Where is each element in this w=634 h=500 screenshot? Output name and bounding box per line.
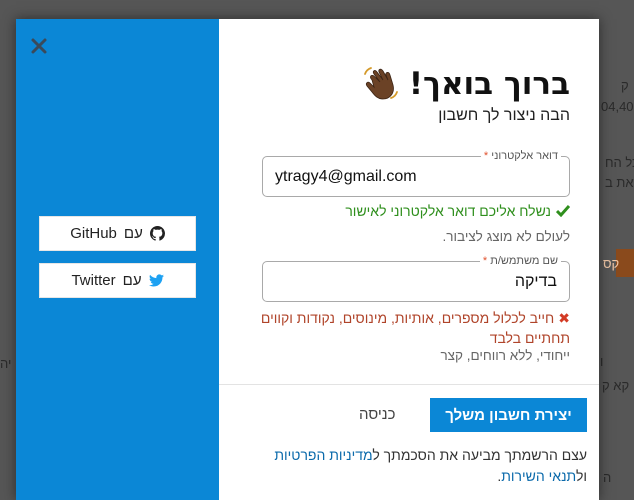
github-icon	[149, 226, 165, 241]
social-login-panel: עם GitHub עם Twitter	[16, 19, 219, 500]
github-button-prefix: עם	[123, 225, 143, 242]
email-label: דואר אלקטרוני *	[480, 149, 561, 163]
footer-divider	[219, 384, 599, 385]
background-text: כל הח	[605, 155, 634, 170]
background-text: ק	[621, 78, 629, 93]
privacy-policy-link[interactable]: מדיניות הפרטיות	[274, 447, 372, 463]
background-text: 04,40	[601, 99, 634, 114]
page-subtitle: הבה ניצור לך חשבון	[438, 107, 570, 124]
username-field: שם משתמש/ת *	[262, 254, 570, 302]
background-text: ראת ב	[605, 175, 634, 190]
signup-modal: עם GitHub עם Twitter ברוך בואך! הבה ניצו…	[16, 19, 599, 500]
twitter-icon	[148, 274, 164, 287]
email-success-message: נשלח אליכם דואר אלקטרוני לאישור	[345, 203, 570, 219]
login-link[interactable]: כניסה	[359, 406, 396, 423]
background-text: יה	[0, 356, 12, 371]
username-error-message: ✖חייב לכלול מספרים, אותיות, מינוסים, נקו…	[260, 310, 570, 346]
close-button[interactable]	[29, 36, 51, 58]
title-row: ברוך בואך!	[363, 66, 570, 102]
email-field: דואר אלקטרוני *	[262, 149, 570, 197]
username-hint: ייחודי, ללא רווחים, קצר	[440, 348, 570, 363]
signup-form-panel: ברוך בואך! הבה ניצור לך חשבון דואר אלקטר…	[219, 19, 599, 500]
terms-notice: עצם הרשמתך מביעה את הסכמתך למדיניות הפרט…	[274, 447, 587, 484]
twitter-login-button[interactable]: עם Twitter	[39, 263, 196, 298]
github-button-label: GitHub	[70, 225, 117, 242]
close-icon	[31, 38, 47, 54]
page-title: ברוך בואך!	[408, 66, 570, 102]
create-account-button[interactable]: יצירת חשבון משלך	[430, 398, 587, 432]
twitter-button-prefix: עם	[122, 272, 142, 289]
background-text: קא ק	[602, 378, 630, 393]
username-label: שם משתמש/ת *	[479, 254, 561, 268]
twitter-button-label: Twitter	[71, 272, 116, 289]
error-x-icon: ✖	[558, 310, 570, 326]
checkmark-icon	[556, 205, 570, 217]
background-text: ו	[600, 354, 604, 369]
terms-of-service-link[interactable]: תנאי השירות	[501, 468, 576, 484]
waving-hand-icon	[364, 67, 398, 100]
background-text: קס	[603, 256, 620, 271]
background-text: ה	[603, 470, 612, 485]
github-login-button[interactable]: עם GitHub	[39, 216, 196, 251]
email-hint: לעולם לא מוצג לציבור.	[442, 229, 570, 244]
